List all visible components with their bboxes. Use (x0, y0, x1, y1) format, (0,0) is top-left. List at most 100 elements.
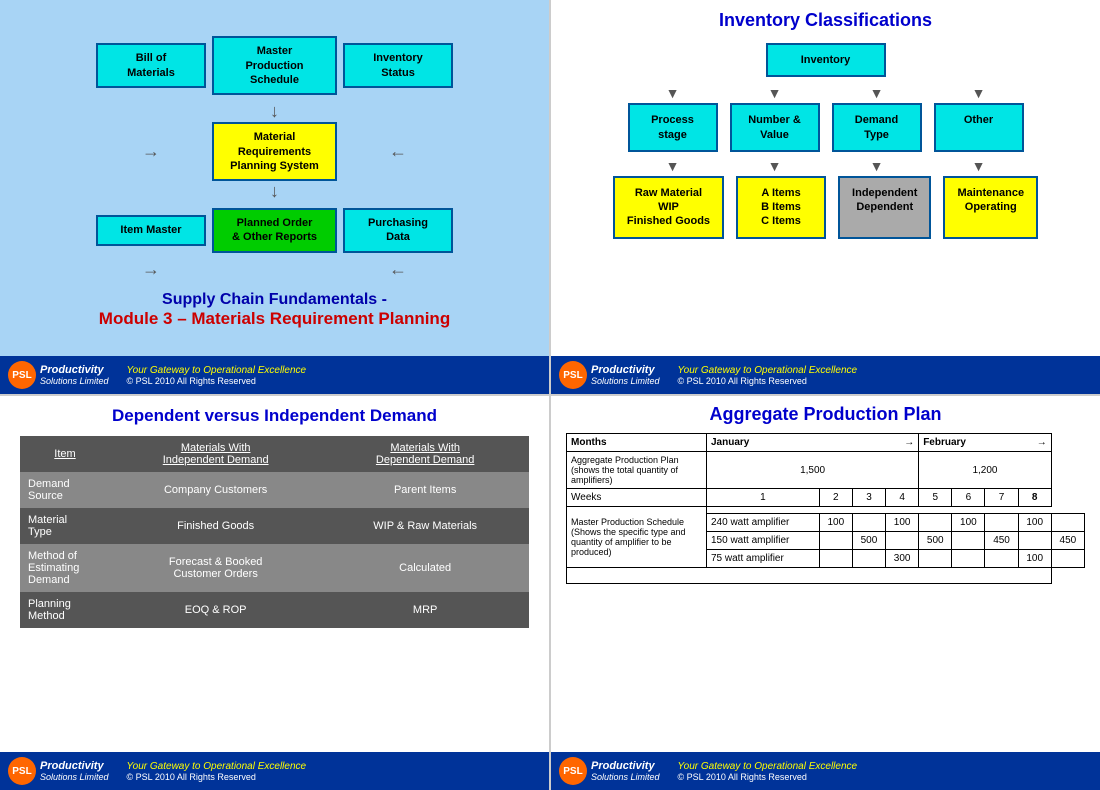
psl-text: Productivity Solutions Limited (40, 364, 109, 386)
table-row: PlanningMethod EOQ & ROP MRP (20, 592, 529, 628)
psl-subname: Solutions Limited (40, 376, 109, 386)
p75-w2 (852, 550, 885, 568)
psl-logo3: PSL Productivity Solutions Limited (8, 757, 109, 785)
col-dependent: Materials WithDependent Demand (321, 436, 529, 472)
row-demand-source-ind: Company Customers (110, 472, 321, 508)
slide3-content-area: Dependent versus Independent Demand Item… (0, 396, 549, 752)
slide2-content-area: Inventory Classifications Inventory ▼ ▼ … (551, 0, 1100, 356)
table-row: Method ofEstimatingDemand Forecast & Boo… (20, 544, 529, 592)
flow-diagram-container: Bill ofMaterials MasterProductionSchedul… (65, 30, 485, 285)
psl-icon3: PSL (8, 757, 36, 785)
maintenance-box: MaintenanceOperating (943, 176, 1038, 239)
p240-w6 (985, 514, 1018, 532)
item-master-box: Item Master (96, 215, 206, 245)
row-demand-source-label: DemandSource (20, 472, 110, 508)
psl-logo2: PSL Productivity Solutions Limited (559, 361, 660, 389)
row-planning-dep: MRP (321, 592, 529, 628)
footer-tagline3: Your Gateway to Operational Excellence (127, 761, 307, 772)
arrow7: ▼ (832, 158, 922, 174)
p150-w2: 500 (852, 532, 885, 550)
week-4: 4 (886, 489, 919, 507)
p240-w4 (919, 514, 952, 532)
row-planning-ind: EOQ & ROP (110, 592, 321, 628)
footer-middle2: Your Gateway to Operational Excellence ©… (678, 365, 858, 386)
psl-name4: Productivity (591, 760, 660, 772)
bill-of-materials-box: Bill ofMaterials (96, 43, 206, 88)
p75-w4 (919, 550, 952, 568)
purchasing-data-box: PurchasingData (343, 208, 453, 253)
p240-w7: 100 (1018, 514, 1051, 532)
week-2: 2 (819, 489, 852, 507)
psl-icon: PSL (8, 361, 36, 389)
psl-subname3: Solutions Limited (40, 772, 109, 782)
footer-middle4: Your Gateway to Operational Excellence ©… (678, 761, 858, 782)
slide-4: Aggregate Production Plan Months January… (551, 396, 1100, 790)
row-estimating-dep: Calculated (321, 544, 529, 592)
table-row: MaterialType Finished Goods WIP & Raw Ma… (20, 508, 529, 544)
p75-w5 (952, 550, 985, 568)
arrow6: ▼ (730, 158, 820, 174)
agg-feb-qty: 1,200 (919, 452, 1052, 489)
slide2-footer: PSL Productivity Solutions Limited Your … (551, 356, 1100, 394)
slide2-title: Inventory Classifications (719, 10, 932, 31)
p150-w1 (819, 532, 852, 550)
p150-w5 (952, 532, 985, 550)
planned-order-box: Planned Order& Other Reports (212, 208, 337, 253)
table-header-row: Item Materials WithIndependent Demand Ma… (20, 436, 529, 472)
product-75-label: 75 watt amplifier (707, 550, 820, 568)
feb-header: February → (919, 434, 1052, 452)
week-5: 5 (919, 489, 952, 507)
footer-copyright3: © PSL 2010 All Rights Reserved (127, 772, 307, 782)
empty-cell (567, 568, 1052, 584)
p75-w1 (819, 550, 852, 568)
psl-logo4: PSL Productivity Solutions Limited (559, 757, 660, 785)
mps-spacer (707, 507, 1052, 514)
psl-name3: Productivity (40, 760, 109, 772)
dep-table: Item Materials WithIndependent Demand Ma… (20, 436, 529, 628)
number-value-box: Number &Value (730, 103, 820, 152)
inv-arrow-row1: ▼ ▼ ▼ ▼ (628, 85, 1024, 101)
row-material-type-dep: WIP & Raw Materials (321, 508, 529, 544)
footer-middle3: Your Gateway to Operational Excellence ©… (127, 761, 307, 782)
row-estimating-label: Method ofEstimatingDemand (20, 544, 110, 592)
agg-table: Months January → February → Aggregate Pr… (566, 433, 1085, 584)
week-1: 1 (707, 489, 820, 507)
week-8: 8 (1018, 489, 1051, 507)
demand-type-box: DemandType (832, 103, 922, 152)
psl-logo: PSL Productivity Solutions Limited (8, 361, 109, 389)
psl-subname4: Solutions Limited (591, 772, 660, 782)
row-material-type-label: MaterialType (20, 508, 110, 544)
psl-name: Productivity (40, 364, 109, 376)
psl-text4: Productivity Solutions Limited (591, 760, 660, 782)
arrow8: ▼ (934, 158, 1024, 174)
slide3-footer: PSL Productivity Solutions Limited Your … (0, 752, 549, 790)
p150-w7 (1018, 532, 1051, 550)
arrow1: ▼ (628, 85, 718, 101)
arrow3: ▼ (832, 85, 922, 101)
p150-w8: 450 (1051, 532, 1084, 550)
footer-copyright2: © PSL 2010 All Rights Reserved (678, 376, 858, 386)
p240-w3: 100 (886, 514, 919, 532)
mrp-system-box: MaterialRequirementsPlanning System (212, 122, 337, 181)
week-6: 6 (952, 489, 985, 507)
footer-tagline2: Your Gateway to Operational Excellence (678, 365, 858, 376)
psl-subname2: Solutions Limited (591, 376, 660, 386)
raw-material-box: Raw MaterialWIPFinished Goods (613, 176, 724, 239)
p75-w8 (1051, 550, 1084, 568)
footer-tagline: Your Gateway to Operational Excellence (127, 365, 307, 376)
footer-copyright4: © PSL 2010 All Rights Reserved (678, 772, 858, 782)
other-box: Other (934, 103, 1024, 152)
slide4-title: Aggregate Production Plan (566, 404, 1085, 425)
slide4-content-area: Aggregate Production Plan Months January… (551, 396, 1100, 752)
week-7: 7 (985, 489, 1018, 507)
product-240-label: 240 watt amplifier (707, 514, 820, 532)
p150-w4: 500 (919, 532, 952, 550)
slide1-footer: PSL Productivity Solutions Limited Your … (0, 356, 549, 394)
p75-w7: 100 (1018, 550, 1051, 568)
psl-name2: Productivity (591, 364, 660, 376)
row-material-type-ind: Finished Goods (110, 508, 321, 544)
p75-w3: 300 (886, 550, 919, 568)
arrow2: ▼ (730, 85, 820, 101)
master-production-box: MasterProductionSchedule (212, 36, 337, 95)
slide1-content-area: Bill ofMaterials MasterProductionSchedul… (0, 0, 549, 356)
